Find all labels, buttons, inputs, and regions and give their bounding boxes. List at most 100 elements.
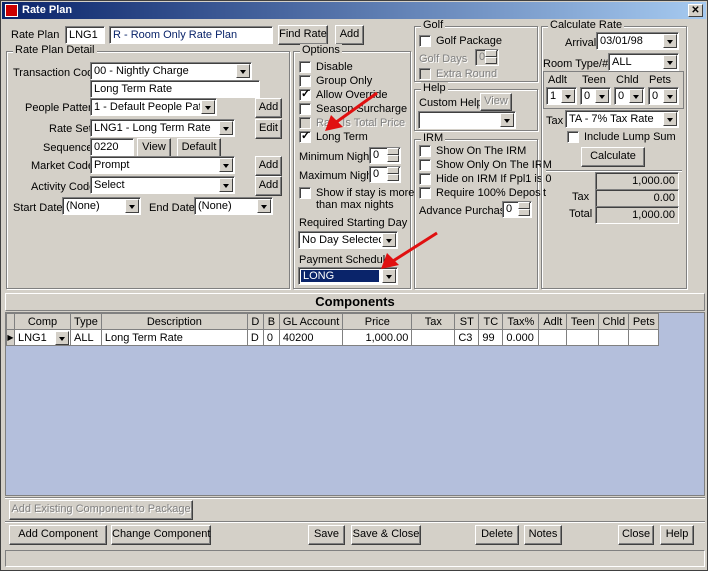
show-on-irm-checkbox[interactable]: Show On The IRM	[419, 145, 526, 158]
tax-select[interactable]: TA - 7% Tax Rate	[565, 110, 679, 128]
custom-help-select[interactable]	[418, 111, 516, 129]
table-row[interactable]: ▶ LNG1 ALL Long Term Rate D 0 40200 1,00…	[6, 329, 660, 346]
components-grid[interactable]: Comp Type Description D B GL Account Pri…	[5, 312, 705, 496]
comp-cell[interactable]: LNG1	[14, 329, 71, 346]
sequence-view-button[interactable]: View	[137, 138, 171, 158]
advance-purchase-spinner[interactable]: 0	[502, 201, 532, 218]
golf-days-spinner[interactable]: 0	[475, 49, 499, 66]
people-pattern-select[interactable]: 1 - Default People Patrn	[90, 98, 217, 116]
b-cell[interactable]: 0	[262, 329, 280, 346]
dropdown-icon[interactable]	[125, 199, 139, 213]
tc-cell[interactable]: 99	[478, 329, 504, 346]
market-code-add-button[interactable]: Add	[255, 156, 282, 176]
col-header[interactable]: Type	[70, 313, 102, 330]
col-header[interactable]: TC	[478, 313, 504, 330]
dropdown-icon[interactable]	[663, 112, 677, 126]
dropdown-icon[interactable]	[500, 113, 514, 127]
adlt-select[interactable]: 1	[546, 87, 577, 105]
dropdown-icon[interactable]	[236, 64, 250, 78]
dropdown-icon[interactable]	[219, 178, 233, 192]
rate-plan-code-field[interactable]: LNG1	[65, 26, 105, 44]
description-field[interactable]: Long Term Rate	[90, 80, 260, 98]
dropdown-icon[interactable]	[257, 199, 271, 213]
col-header[interactable]: Pets	[628, 313, 660, 330]
sequence-default-button[interactable]: Default	[177, 138, 221, 158]
col-header[interactable]: Price	[342, 313, 413, 330]
arrival-date-select[interactable]: 03/01/98	[596, 32, 679, 50]
calculate-button[interactable]: Calculate	[581, 147, 645, 167]
save-and-close-button[interactable]: Save & Close	[351, 525, 421, 545]
rate-set-edit-button[interactable]: Edit	[255, 119, 282, 139]
dropdown-icon[interactable]	[663, 34, 677, 48]
change-component-button[interactable]: Change Component	[111, 525, 211, 545]
col-header[interactable]: Chld	[598, 313, 630, 330]
include-lump-sum-checkbox[interactable]: Include Lump Sum	[567, 131, 676, 144]
activity-code-add-button[interactable]: Add	[255, 176, 282, 196]
notes-button[interactable]: Notes	[524, 525, 562, 545]
group-only-checkbox[interactable]: Group Only	[299, 75, 372, 88]
close-window-icon[interactable]: ✕	[688, 4, 703, 17]
col-header[interactable]: Adlt	[538, 313, 568, 330]
chld-cell[interactable]	[598, 329, 630, 346]
row-pointer-icon[interactable]: ▶	[6, 329, 15, 346]
pets-cell[interactable]	[628, 329, 660, 346]
dropdown-icon[interactable]	[663, 55, 677, 69]
transaction-code-select[interactable]: 00 - Nightly Charge	[90, 62, 252, 80]
add-rate-plan-button[interactable]: Add	[335, 25, 364, 45]
people-pattern-add-button[interactable]: Add	[255, 98, 282, 118]
save-button[interactable]: Save	[308, 525, 345, 545]
adlt-cell[interactable]	[538, 329, 568, 346]
dropdown-icon[interactable]	[219, 158, 233, 172]
room-type-select[interactable]: ALL	[608, 53, 679, 71]
delete-button[interactable]: Delete	[475, 525, 519, 545]
end-date-select[interactable]: (None)	[194, 197, 273, 215]
dropdown-icon[interactable]	[201, 100, 215, 114]
golf-package-checkbox[interactable]: Golf Package	[419, 35, 502, 48]
col-header[interactable]: ST	[454, 313, 480, 330]
col-header[interactable]: Tax	[411, 313, 456, 330]
market-code-select[interactable]: Prompt	[90, 156, 235, 174]
show-only-on-irm-checkbox[interactable]: Show Only On The IRM	[419, 159, 552, 172]
start-date-select[interactable]: (None)	[62, 197, 141, 215]
tax-pct-cell[interactable]: 0.000	[502, 329, 540, 346]
min-nights-spinner[interactable]: 0	[369, 147, 401, 164]
dropdown-icon[interactable]	[561, 89, 575, 103]
d-cell[interactable]: D	[246, 329, 264, 346]
description-cell[interactable]: Long Term Rate	[100, 329, 248, 346]
col-header[interactable]: Teen	[566, 313, 600, 330]
col-header[interactable]: Tax%	[502, 313, 540, 330]
hide-on-irm-checkbox[interactable]: Hide on IRM If Ppl1 is 0	[419, 173, 552, 186]
dropdown-icon[interactable]	[55, 331, 69, 345]
dropdown-icon[interactable]	[629, 89, 643, 103]
col-header[interactable]: Description	[100, 313, 248, 330]
dropdown-icon[interactable]	[219, 121, 233, 135]
teen-select[interactable]: 0	[580, 87, 611, 105]
close-button[interactable]: Close	[618, 525, 654, 545]
dropdown-icon[interactable]	[663, 89, 677, 103]
gl-account-cell[interactable]: 40200	[278, 329, 344, 346]
help-view-button[interactable]: View	[480, 93, 512, 111]
require-deposit-checkbox[interactable]: Require 100% Deposit	[419, 187, 546, 200]
price-cell[interactable]: 1,000.00	[342, 329, 413, 346]
st-cell[interactable]: C3	[454, 329, 480, 346]
disable-checkbox[interactable]: Disable	[299, 61, 353, 74]
col-header[interactable]: Comp	[14, 313, 71, 330]
max-nights-spinner[interactable]: 0	[369, 166, 401, 183]
activity-code-select[interactable]: Select	[90, 176, 235, 194]
comp-dropdown[interactable]	[55, 331, 69, 345]
pets-select[interactable]: 0	[648, 87, 679, 105]
sequence-field[interactable]: 0220	[90, 138, 134, 156]
dropdown-icon[interactable]	[595, 89, 609, 103]
col-header[interactable]: B	[262, 313, 280, 330]
rate-plan-desc-field[interactable]: R - Room Only Rate Plan	[109, 26, 273, 44]
col-header[interactable]: GL Account	[278, 313, 344, 330]
rate-set-select[interactable]: LNG1 - Long Term Rate	[90, 119, 235, 137]
extra-round-checkbox[interactable]: Extra Round	[419, 68, 497, 81]
help-button[interactable]: Help	[660, 525, 694, 545]
find-rate-button[interactable]: Find Rate	[278, 25, 328, 45]
show-if-stay-checkbox[interactable]: Show if stay is more	[299, 187, 414, 200]
add-existing-component-button[interactable]: Add Existing Component to Package	[9, 500, 193, 520]
chld-select[interactable]: 0	[614, 87, 645, 105]
add-component-button[interactable]: Add Component	[9, 525, 107, 545]
col-header[interactable]: D	[246, 313, 264, 330]
